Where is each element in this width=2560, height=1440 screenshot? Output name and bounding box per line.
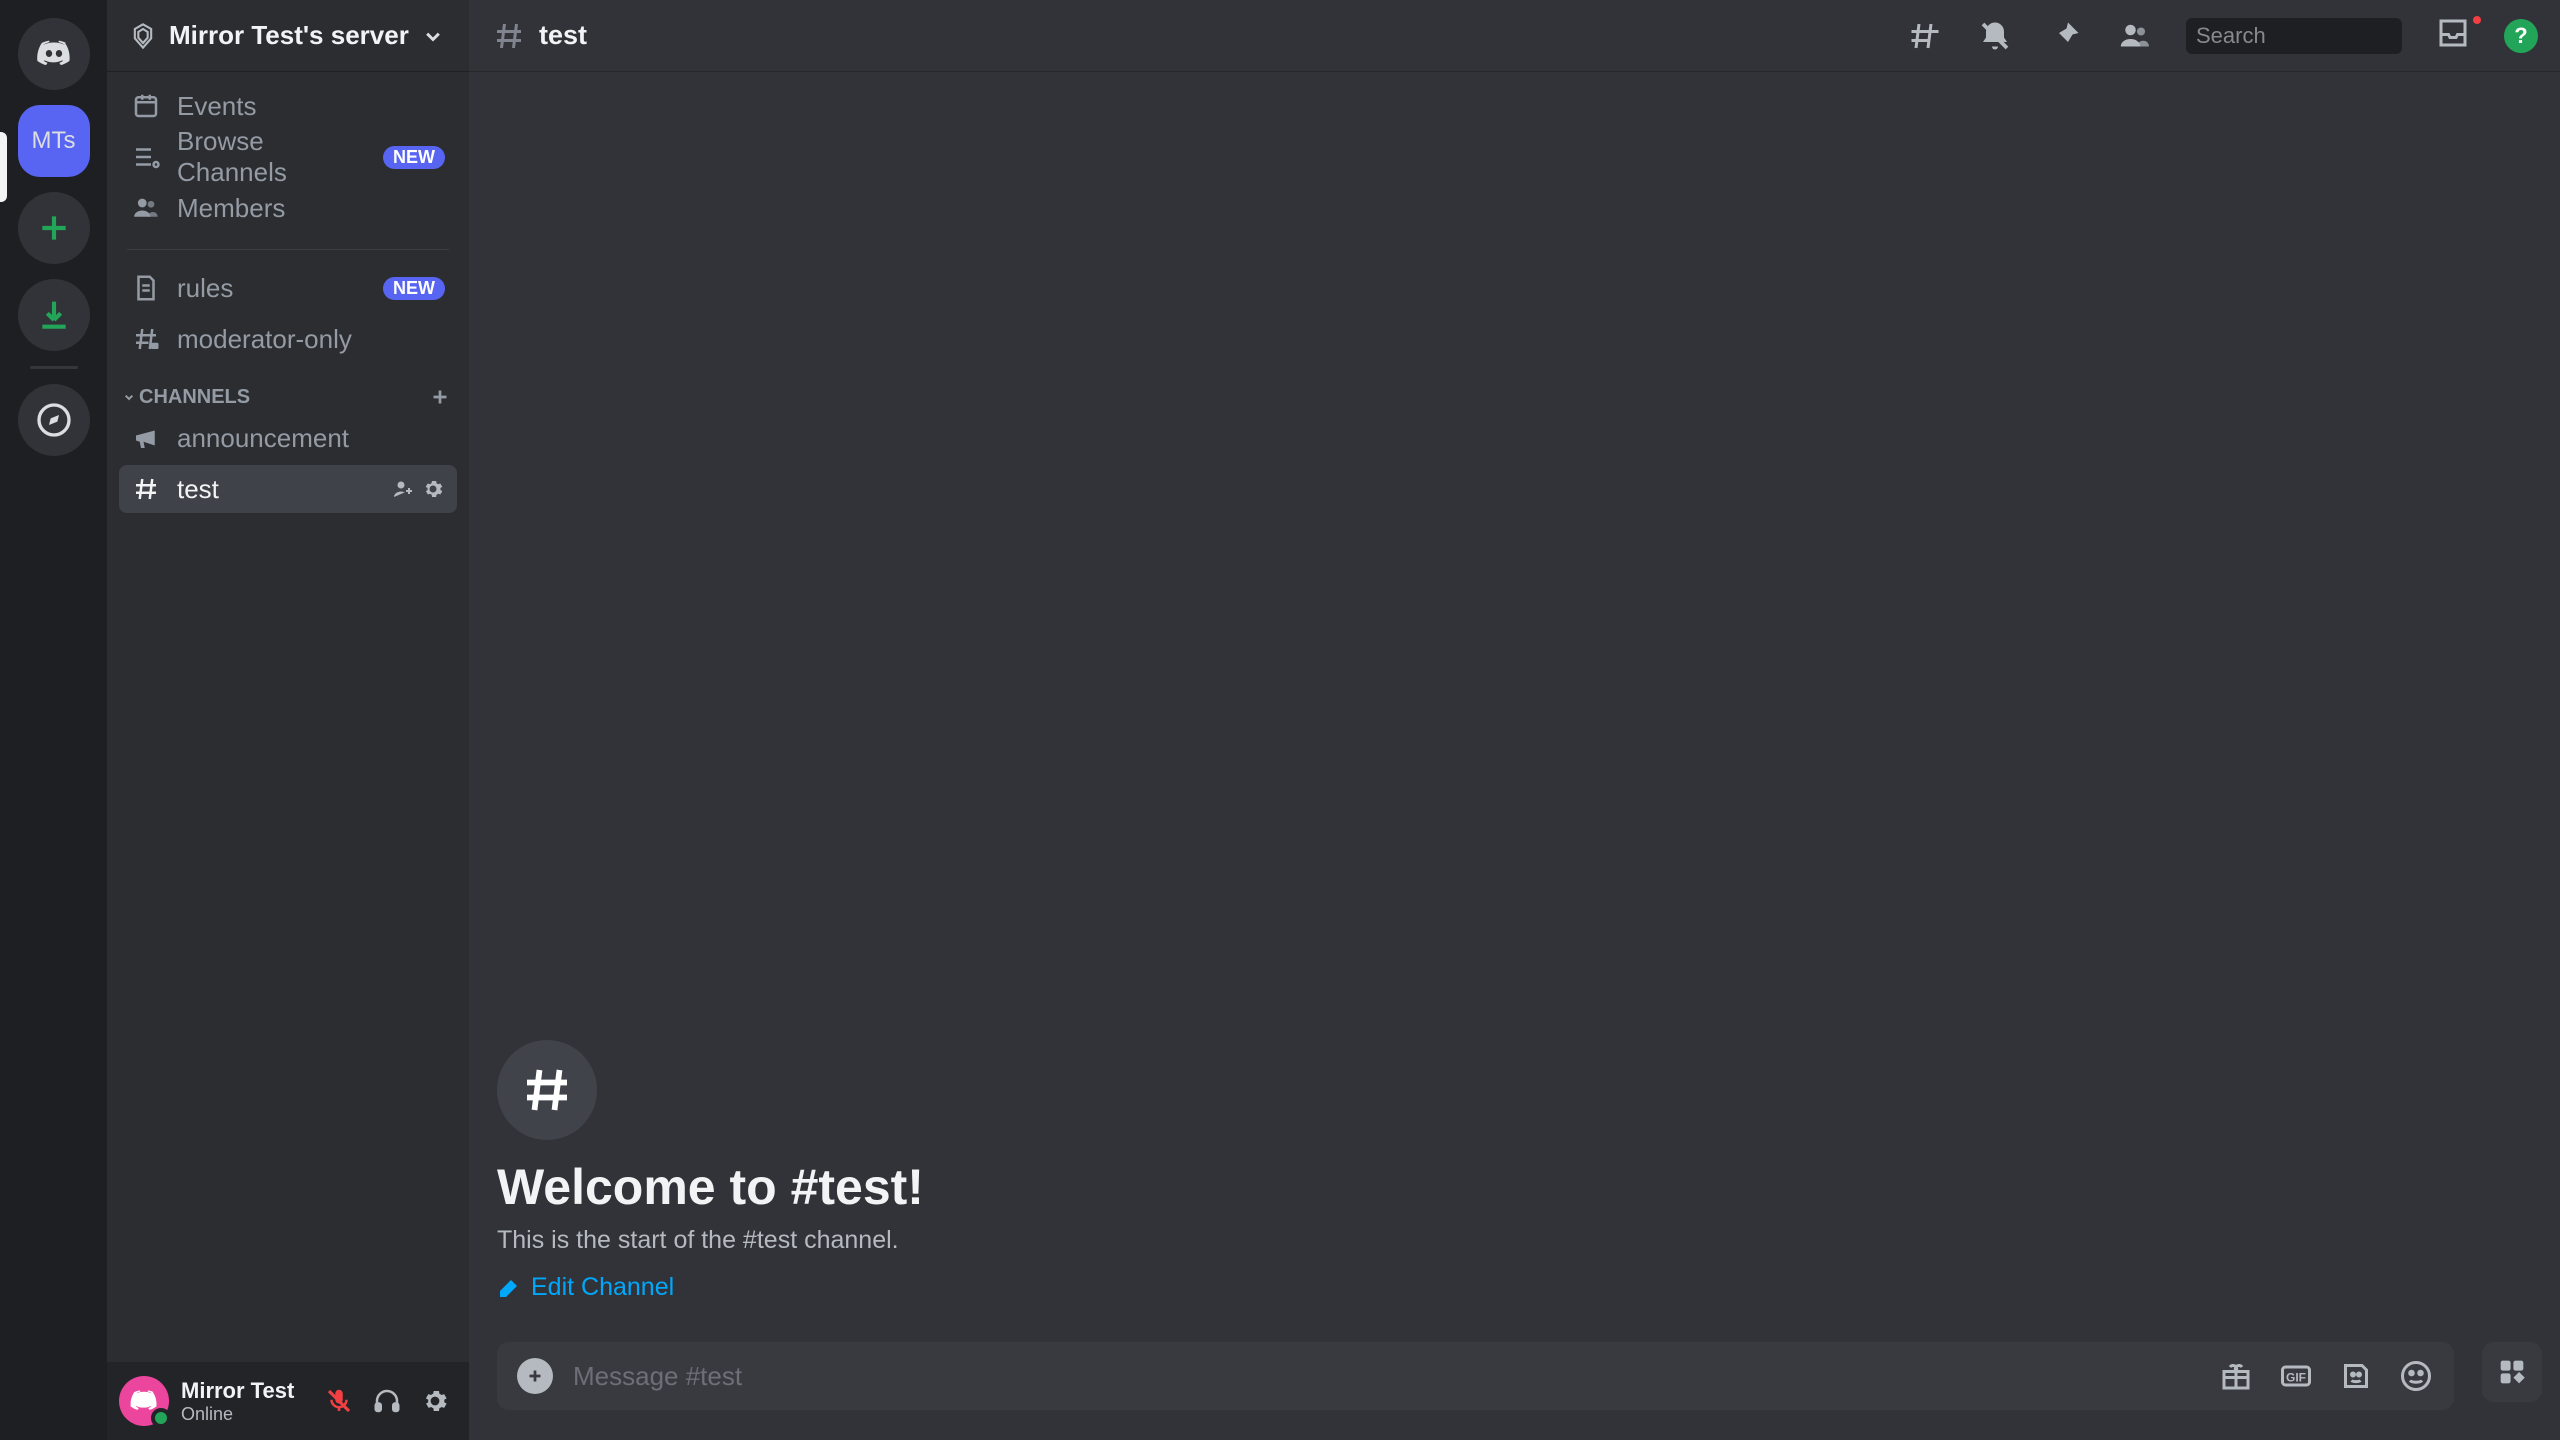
new-badge: NEW: [383, 277, 445, 300]
announcement-icon: [131, 423, 161, 453]
chevron-down-icon: [121, 389, 137, 405]
hash-icon: [517, 1060, 577, 1120]
notifications-muted-icon[interactable]: [1977, 18, 2013, 54]
rules-icon: [131, 273, 161, 303]
mic-muted-icon: [324, 1386, 354, 1416]
gear-icon[interactable]: [421, 477, 445, 501]
new-badge: NEW: [383, 146, 445, 169]
announcement-channel[interactable]: announcement: [119, 414, 457, 462]
server-header[interactable]: Mirror Test's server: [107, 0, 469, 72]
threads-icon[interactable]: [1907, 18, 1943, 54]
online-status-dot: [151, 1408, 171, 1428]
emoji-icon[interactable]: [2398, 1358, 2434, 1394]
rules-channel[interactable]: rules NEW: [119, 264, 457, 312]
deafen-button[interactable]: [365, 1379, 409, 1423]
test-label: test: [177, 474, 219, 505]
help-label: ?: [2514, 23, 2527, 49]
hash-lock-icon: [131, 324, 161, 354]
announcement-label: announcement: [177, 423, 349, 454]
server-mirror-test[interactable]: MTs: [18, 105, 90, 177]
active-server-pill: [0, 132, 7, 202]
direct-messages-button[interactable]: [18, 18, 90, 90]
calendar-icon: [131, 91, 161, 121]
hash-icon: [131, 474, 161, 504]
welcome-hash-badge: [497, 1040, 597, 1140]
sidebar-separator: [127, 249, 449, 250]
browse-channels-item[interactable]: Browse Channels NEW: [119, 133, 457, 181]
chevron-down-icon: [419, 22, 447, 50]
search-box[interactable]: [2186, 18, 2402, 54]
edit-channel-link[interactable]: Edit Channel: [497, 1273, 674, 1302]
plus-icon: [524, 1365, 546, 1387]
inbox-notification-dot: [2470, 13, 2484, 27]
create-channel-icon[interactable]: [427, 384, 453, 410]
discover-button[interactable]: [18, 384, 90, 456]
mute-button[interactable]: [317, 1379, 361, 1423]
user-avatar[interactable]: [119, 1376, 169, 1426]
server-name: Mirror Test's server: [169, 20, 409, 51]
attach-button[interactable]: [517, 1358, 553, 1394]
rules-label: rules: [177, 273, 233, 304]
user-settings-button[interactable]: [413, 1379, 457, 1423]
user-name: Mirror Test: [181, 1378, 317, 1404]
gift-icon[interactable]: [2218, 1358, 2254, 1394]
user-info[interactable]: Mirror Test Online: [181, 1378, 317, 1425]
member-list-icon[interactable]: [2117, 18, 2153, 54]
hash-icon: [491, 18, 527, 54]
events-item[interactable]: Events: [119, 82, 457, 130]
add-server-button[interactable]: [18, 192, 90, 264]
message-input[interactable]: [573, 1361, 2198, 1392]
channel-top-bar: test ?: [469, 0, 2560, 72]
channel-title: test: [539, 20, 587, 51]
members-icon: [131, 193, 161, 223]
welcome-subtitle: This is the start of the #test channel.: [497, 1226, 2532, 1255]
category-label: CHANNELS: [139, 386, 250, 409]
download-apps-button[interactable]: [18, 279, 90, 351]
browse-icon: [131, 142, 161, 172]
message-composer: GIF: [497, 1342, 2454, 1410]
inbox-icon[interactable]: [2435, 15, 2471, 51]
user-panel: Mirror Test Online: [107, 1362, 469, 1440]
pencil-icon: [497, 1276, 521, 1300]
help-button[interactable]: ?: [2504, 19, 2538, 53]
headphones-icon: [372, 1386, 402, 1416]
gif-icon[interactable]: GIF: [2278, 1358, 2314, 1394]
moderator-label: moderator-only: [177, 324, 352, 355]
gear-icon: [420, 1386, 450, 1416]
svg-text:GIF: GIF: [2286, 1370, 2306, 1384]
members-item[interactable]: Members: [119, 184, 457, 232]
discord-logo-icon: [34, 34, 74, 74]
invite-icon[interactable]: [391, 477, 415, 501]
messages-area: Welcome to #test! This is the start of t…: [469, 72, 2560, 1342]
apps-icon: [2495, 1355, 2529, 1389]
download-icon: [34, 295, 74, 335]
welcome-title: Welcome to #test!: [497, 1158, 2532, 1216]
plus-icon: [34, 208, 74, 248]
test-channel[interactable]: test: [119, 465, 457, 513]
channels-category[interactable]: CHANNELS: [119, 366, 457, 414]
user-status: Online: [181, 1404, 317, 1425]
edit-channel-label: Edit Channel: [531, 1273, 674, 1302]
pinned-icon[interactable]: [2047, 18, 2083, 54]
sticker-icon[interactable]: [2338, 1358, 2374, 1394]
apps-button[interactable]: [2482, 1342, 2542, 1402]
events-label: Events: [177, 91, 257, 122]
compass-icon: [34, 400, 74, 440]
server-initials: MTs: [32, 127, 76, 155]
moderator-only-channel[interactable]: moderator-only: [119, 315, 457, 363]
members-label: Members: [177, 193, 285, 224]
server-boost-icon: [129, 22, 157, 50]
browse-label: Browse Channels: [177, 126, 367, 188]
rail-separator: [30, 366, 78, 369]
